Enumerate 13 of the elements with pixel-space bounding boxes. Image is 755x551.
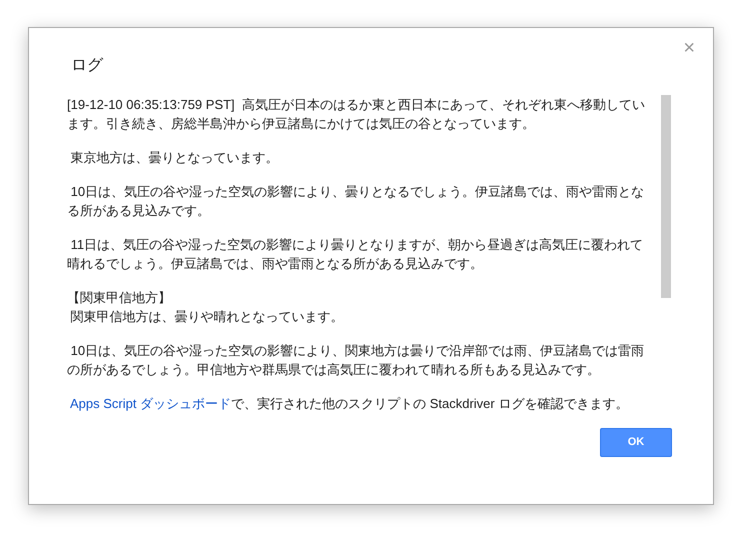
- dashboard-link[interactable]: Apps Script ダッシュボード: [70, 396, 232, 412]
- log-paragraph: 10日は、気圧の谷や湿った空気の影響により、曇りとなるでしょう。伊豆諸島では、雨や雷雨となる所がある見込みです。: [67, 183, 645, 220]
- log-paragraph: 11日は、気圧の谷や湿った空気の影響により曇りとなりますが、朝から昼過ぎは高気圧に覆われて晴れるでしょう。伊豆諸島では、雨や雷雨となる所がある見込みです。: [67, 236, 644, 274]
- dialog-title: ログ: [71, 56, 104, 76]
- log-line: 【関東甲信地方】: [67, 289, 171, 308]
- log-paragraph: 10日は、気圧の谷や湿った空気の影響により、関東地方は曇りで沿岸部では雨、伊豆諸島では雷雨の所があるでしょう。甲信地方や群馬県では高気圧に覆われて晴れる所もある見込みです。: [67, 342, 645, 380]
- scrollbar-thumb[interactable]: [661, 95, 671, 298]
- log-line: 関東甲信地方は、曇りや晴れとなっています。: [70, 308, 344, 326]
- ok-button[interactable]: OK: [600, 428, 672, 457]
- log-paragraph: 東京地方は、曇りとなっています。: [70, 149, 280, 168]
- log-paragraph: [19-12-10 06:35:13:759 PST] 高気圧が日本のはるか東と西日本にあって、それぞれ東へ移動しています。引き続き、房総半島沖から伊豆諸島にかけては気圧の谷となっています。: [67, 96, 645, 134]
- close-button[interactable]: ×: [679, 36, 699, 60]
- footer-note: Apps Script ダッシュボードで、実行された他のスクリプトの Stackdriver ログを確認できます。: [70, 395, 630, 414]
